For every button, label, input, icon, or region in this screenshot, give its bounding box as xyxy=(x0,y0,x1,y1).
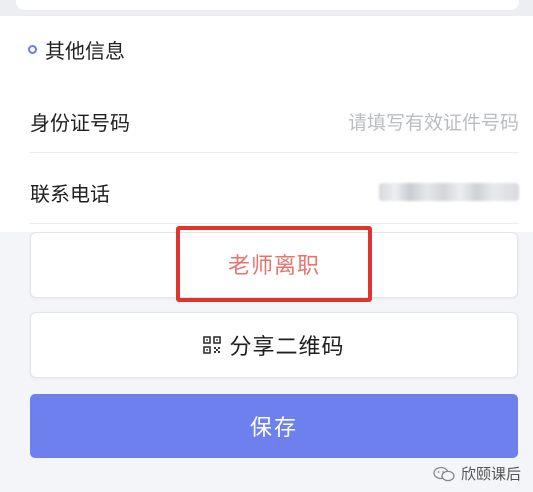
phone-label: 联系电话 xyxy=(30,181,110,206)
resign-button[interactable] xyxy=(30,232,518,298)
id-number-input[interactable]: 请填写有效证件号码 xyxy=(348,108,519,135)
share-qr-label: 分享二维码 xyxy=(229,335,345,360)
id-number-row[interactable]: 身份证号码 请填写有效证件号码 xyxy=(30,90,519,153)
watermark-text: 欣颐课后 xyxy=(460,465,521,483)
section-header: 其他信息 xyxy=(28,34,125,64)
circle-dot-icon xyxy=(28,44,37,54)
other-info-panel: 其他信息 身份证号码 请填写有效证件号码 联系电话 xyxy=(0,16,533,232)
watermark: 欣颐课后 xyxy=(433,463,521,484)
qr-code-icon xyxy=(203,336,222,354)
save-button-label: 保存 xyxy=(249,416,298,441)
phone-value-redacted[interactable] xyxy=(379,183,519,201)
previous-card xyxy=(16,0,519,10)
wechat-icon xyxy=(433,466,455,481)
section-title: 其他信息 xyxy=(45,38,125,63)
top-card-edge xyxy=(0,0,533,16)
id-number-label: 身份证号码 xyxy=(30,110,130,135)
share-qr-button[interactable]: 分享二维码 xyxy=(30,312,518,378)
save-button[interactable]: 保存 xyxy=(30,394,518,458)
phone-row[interactable]: 联系电话 xyxy=(30,161,519,224)
